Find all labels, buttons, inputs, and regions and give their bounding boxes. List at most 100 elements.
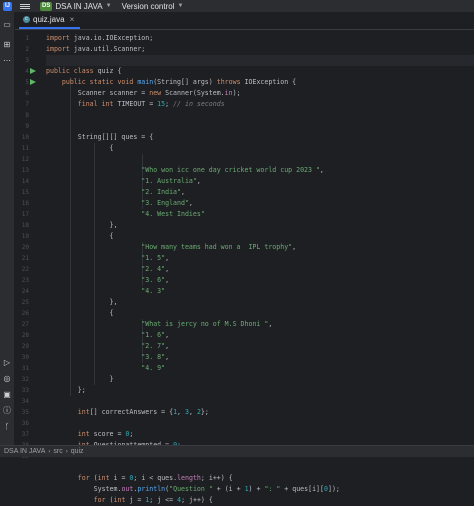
run-icon[interactable]: ▷ [2, 358, 12, 368]
code-line: System.out.println("Question " + (i + 1)… [46, 484, 340, 495]
line-number: 36 [21, 420, 29, 427]
editor-tab-bar: c quiz.java × [15, 12, 474, 30]
line-number: 30 [21, 354, 29, 361]
code-token: public static void [46, 78, 138, 86]
code-line: "3. 6", [46, 275, 169, 286]
line-number: 11 [21, 145, 29, 152]
line-number: 26 [21, 310, 29, 317]
code-line: "4. West Indies" [46, 209, 205, 220]
code-token: 15 [157, 100, 166, 108]
code-token: ]); [327, 485, 340, 493]
more-icon[interactable]: ⋯ [2, 56, 12, 66]
code-line: final int TIMEOUT = 15; // in seconds [46, 99, 225, 110]
code-token: , [196, 177, 201, 185]
breadcrumb-src[interactable]: src [53, 448, 62, 455]
line-number: 29 [21, 343, 29, 350]
code-line: public class quiz { [46, 66, 121, 77]
code-token: , [292, 243, 297, 251]
code-token: "Who won icc one day cricket world cup 2… [141, 166, 320, 174]
code-token: [] correctAnswers = { [89, 408, 174, 416]
code-line [46, 55, 474, 66]
code-line: "3. England", [46, 198, 193, 209]
code-token: "2. India" [141, 188, 181, 196]
line-number: 13 [21, 167, 29, 174]
line-number-gutter: 1 2 3 4 5 6 7 8 9 10 11 12 13 14 15 16 17 18 19 20 21 22 23 24 2… [15, 30, 45, 460]
code-token: "What is jercy no of M.S Dhoni " [141, 320, 269, 328]
app-logo-icon[interactable]: IJ [3, 1, 12, 11]
line-number: 27 [21, 321, 29, 328]
chevron-down-icon: ▼ [105, 3, 112, 9]
code-token: "1. 6" [141, 331, 166, 339]
code-editor[interactable]: import java.io.IOException; import java.u… [46, 30, 474, 504]
code-token: new [149, 89, 166, 97]
code-line: "Who won icc one day cricket world cup 2… [46, 165, 324, 176]
breadcrumb-project[interactable]: DSA IN JAVA [4, 448, 45, 455]
line-number: 35 [21, 409, 29, 416]
structure-icon[interactable]: ⊞ [2, 40, 12, 50]
code-line: }, [46, 220, 118, 231]
line-number: 8 [25, 112, 29, 119]
code-token: import [46, 45, 74, 53]
project-badge: DS [40, 1, 53, 11]
code-line: "2. 4", [46, 264, 169, 275]
code-token: "3. England" [141, 199, 189, 207]
code-token: ); [232, 89, 241, 97]
line-number: 1 [25, 35, 29, 42]
code-line: int[] correctAnswers = {1, 3, 2}; [46, 407, 209, 418]
code-line: import java.io.IOException; [46, 33, 153, 44]
code-token: System. [46, 485, 122, 493]
code-token: int [97, 474, 114, 482]
breadcrumb-quiz[interactable]: quiz [71, 448, 84, 455]
code-token: ; i++) { [200, 474, 233, 482]
code-token: java.io.IOException; [73, 34, 154, 42]
chevron-right-icon: › [65, 448, 68, 455]
tab-label: quiz.java [33, 15, 65, 24]
tab-quiz-java[interactable]: c quiz.java × [19, 12, 81, 29]
code-token: quiz { [97, 67, 122, 75]
code-line: { [46, 143, 114, 154]
java-class-icon: c [23, 16, 30, 23]
code-token: final int [46, 100, 118, 108]
line-number: 12 [21, 156, 29, 163]
version-control-menu[interactable]: Version control ▼ [122, 2, 184, 11]
main-menu-icon[interactable] [20, 3, 30, 9]
folder-icon[interactable]: ▭ [2, 20, 12, 30]
code-token: , [165, 342, 170, 350]
services-icon[interactable]: ◎ [2, 374, 12, 384]
code-line: import java.util.Scanner; [46, 44, 145, 55]
code-line: }; [46, 385, 86, 396]
git-icon[interactable]: ᚴ [2, 422, 12, 432]
status-bar: DSA IN JAVA › src › quiz [0, 445, 474, 457]
terminal-icon[interactable]: ▣ [2, 390, 12, 400]
project-selector[interactable]: DS DSA IN JAVA ▼ [40, 1, 112, 11]
code-token: "4. West Indies" [141, 210, 205, 218]
code-token: , [180, 188, 185, 196]
code-token: String[][] ques = { [46, 133, 154, 141]
code-token: import [46, 34, 74, 42]
close-icon[interactable]: × [70, 15, 75, 24]
code-token: Scanner scanner = [46, 89, 150, 97]
code-line: { [46, 308, 114, 319]
line-number: 15 [21, 189, 29, 196]
code-token: ; [129, 430, 134, 438]
code-line: "2. India", [46, 187, 185, 198]
code-line: "1. 6", [46, 330, 169, 341]
run-gutter-icon[interactable] [30, 79, 36, 85]
code-token: TIMEOUT = [117, 100, 158, 108]
code-token: , [165, 254, 170, 262]
code-token: , [165, 276, 170, 284]
code-token: public class [46, 67, 98, 75]
code-token: in [224, 89, 233, 97]
code-line: Scanner scanner = new Scanner(System.in)… [46, 88, 241, 99]
code-line: "2. 7", [46, 341, 169, 352]
problems-icon[interactable]: ⓘ [2, 406, 12, 416]
run-gutter-icon[interactable] [30, 68, 36, 74]
